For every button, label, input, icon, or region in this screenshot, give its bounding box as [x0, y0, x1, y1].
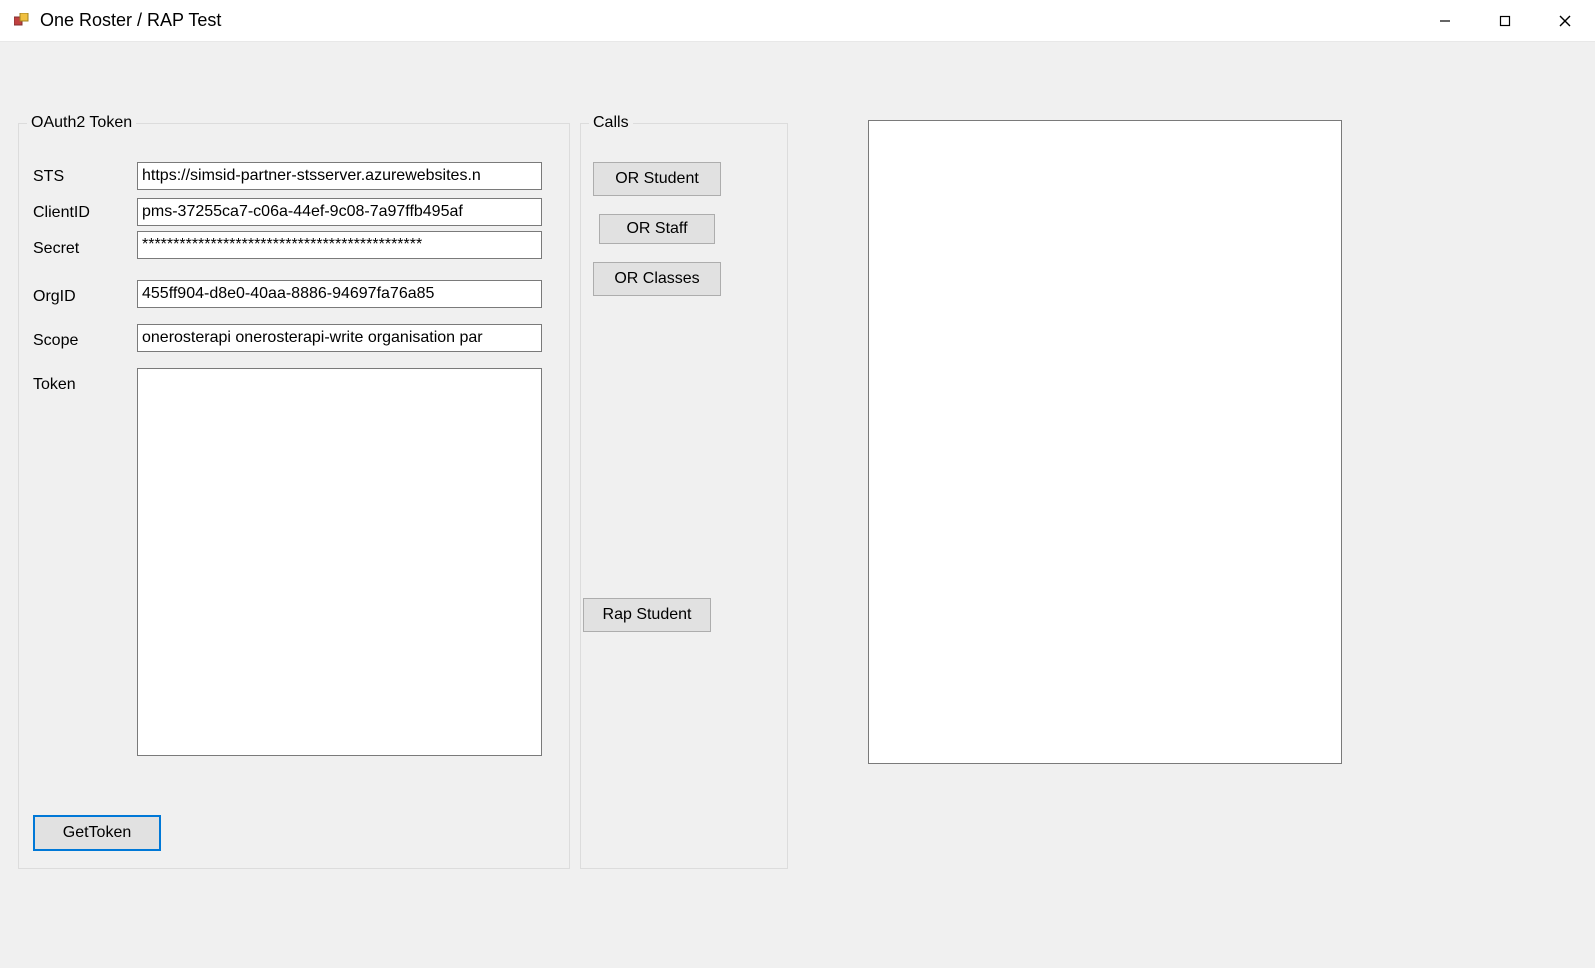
clientid-label: ClientID [33, 204, 90, 222]
get-token-button[interactable]: GetToken [33, 815, 161, 851]
oauth2-token-legend: OAuth2 Token [27, 114, 136, 132]
scope-label: Scope [33, 332, 78, 350]
calls-group: Calls OR Student OR Staff OR Classes Rap… [580, 114, 788, 869]
scope-input[interactable] [137, 324, 542, 352]
or-staff-button[interactable]: OR Staff [599, 214, 715, 244]
title-bar: One Roster / RAP Test [0, 0, 1595, 42]
sts-input[interactable] [137, 162, 542, 190]
oauth2-token-group: OAuth2 Token STS ClientID Secret OrgID S… [18, 114, 570, 869]
rap-student-button[interactable]: Rap Student [583, 598, 711, 632]
maximize-button[interactable] [1475, 0, 1535, 42]
close-button[interactable] [1535, 0, 1595, 42]
minimize-button[interactable] [1415, 0, 1475, 42]
app-icon [14, 13, 30, 29]
orgid-label: OrgID [33, 288, 76, 306]
or-student-button[interactable]: OR Student [593, 162, 721, 196]
calls-legend: Calls [589, 114, 633, 132]
token-label: Token [33, 376, 76, 394]
orgid-input[interactable] [137, 280, 542, 308]
sts-label: STS [33, 168, 64, 186]
token-output[interactable] [137, 368, 542, 756]
or-classes-button[interactable]: OR Classes [593, 262, 721, 296]
client-area: OAuth2 Token STS ClientID Secret OrgID S… [0, 42, 1595, 968]
secret-label: Secret [33, 240, 79, 258]
secret-input[interactable] [137, 231, 542, 259]
window-title: One Roster / RAP Test [40, 10, 221, 31]
clientid-input[interactable] [137, 198, 542, 226]
output-panel[interactable] [868, 120, 1342, 764]
